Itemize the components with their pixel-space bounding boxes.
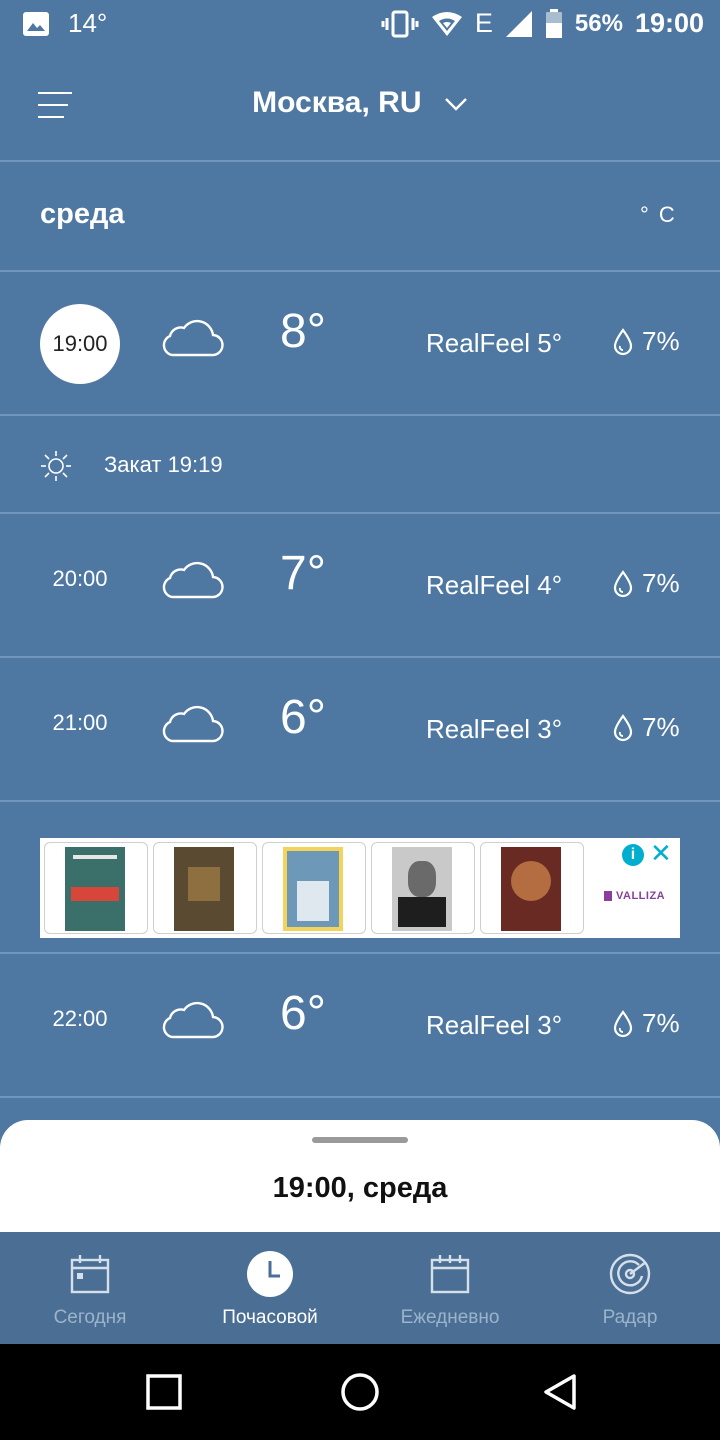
recents-icon[interactable] bbox=[142, 1370, 186, 1414]
hour-realfeel: RealFeel 5° bbox=[426, 328, 563, 358]
book-cover bbox=[174, 847, 234, 931]
book-cover bbox=[283, 847, 343, 931]
book-cover bbox=[65, 847, 125, 931]
divider bbox=[0, 800, 720, 802]
hour-row[interactable]: 19:00 8° RealFeel 5° 7% bbox=[0, 272, 720, 414]
hour-time-selected: 19:00 bbox=[40, 304, 120, 384]
cloud-icon bbox=[162, 1001, 224, 1039]
hour-precipitation: 7% bbox=[612, 568, 680, 599]
hour-row[interactable]: 22:00 6° RealFeel 3° 7% bbox=[0, 954, 720, 1096]
ad-banner[interactable]: i ✕ VALLIZA bbox=[40, 838, 680, 938]
hour-temperature: 6° bbox=[280, 987, 326, 1040]
wifi-icon bbox=[431, 11, 462, 36]
drop-icon bbox=[613, 1009, 633, 1037]
precip-value: 7% bbox=[642, 712, 680, 742]
ad-close-icon[interactable]: ✕ bbox=[650, 840, 672, 866]
signal-icon bbox=[505, 10, 532, 37]
sunset-row: Закат 19:19 bbox=[0, 416, 720, 512]
hour-precipitation: 7% bbox=[612, 1008, 680, 1039]
sheet-title: 19:00, среда bbox=[272, 1172, 448, 1204]
tab-label: Сегодня bbox=[53, 1307, 127, 1328]
tab-label: Радар bbox=[602, 1307, 658, 1328]
network-type: E bbox=[474, 8, 493, 38]
hour-precipitation: 7% bbox=[612, 712, 680, 743]
city-selector[interactable]: Москва, RU bbox=[0, 86, 720, 120]
sunset-label: Закат 19:19 bbox=[104, 452, 223, 477]
hour-row[interactable]: 20:00 7° RealFeel 4° 7% bbox=[0, 514, 720, 656]
status-temperature: 14° bbox=[68, 8, 108, 38]
ad-info-icon[interactable]: i bbox=[622, 844, 644, 866]
app-header: Москва, RU bbox=[0, 50, 720, 160]
ad-book-item[interactable] bbox=[262, 842, 366, 934]
radar-icon bbox=[609, 1253, 651, 1295]
clock-icon bbox=[247, 1251, 293, 1297]
hour-temperature: 7° bbox=[280, 547, 326, 600]
battery-icon bbox=[545, 8, 562, 38]
cloud-icon bbox=[162, 561, 224, 599]
ad-book-item[interactable] bbox=[44, 842, 148, 934]
ad-book-item[interactable] bbox=[153, 842, 257, 934]
hour-time: 22:00 bbox=[52, 1006, 108, 1031]
status-bar: 14° E 56% 19:00 bbox=[0, 0, 720, 50]
calendar-today-icon bbox=[70, 1255, 110, 1294]
precip-value: 7% bbox=[642, 568, 680, 598]
precip-value: 7% bbox=[642, 326, 680, 356]
hour-realfeel: RealFeel 4° bbox=[426, 570, 563, 600]
city-name: Москва, RU bbox=[252, 86, 422, 119]
precip-value: 7% bbox=[642, 1008, 680, 1038]
drop-icon bbox=[613, 569, 633, 597]
cloud-icon bbox=[162, 705, 224, 743]
tab-label: Почасовой bbox=[222, 1307, 318, 1328]
tab-hourly[interactable]: Почасовой bbox=[180, 1232, 360, 1344]
hour-temperature: 6° bbox=[280, 691, 326, 744]
bottom-sheet[interactable]: 19:00, среда bbox=[0, 1120, 720, 1232]
hour-temperature: 8° bbox=[280, 305, 326, 358]
book-cover bbox=[501, 847, 561, 931]
ad-book-item[interactable] bbox=[371, 842, 475, 934]
hour-time: 20:00 bbox=[52, 566, 108, 591]
book-cover bbox=[392, 847, 452, 931]
chevron-down-icon bbox=[444, 98, 467, 111]
brand-logo-icon bbox=[604, 891, 612, 902]
ad-brand-name: VALLIZA bbox=[616, 890, 666, 902]
sun-icon bbox=[41, 451, 71, 481]
ad-book-item[interactable] bbox=[480, 842, 584, 934]
back-icon[interactable] bbox=[538, 1370, 582, 1414]
tab-label: Ежедневно bbox=[400, 1307, 500, 1328]
battery-percent: 56% bbox=[574, 9, 623, 37]
vibrate-icon bbox=[381, 10, 419, 37]
image-icon bbox=[23, 11, 49, 36]
hour-time: 21:00 bbox=[52, 710, 108, 735]
drop-icon bbox=[613, 327, 633, 355]
unit-toggle[interactable]: ° C bbox=[640, 202, 677, 228]
ad-brand: VALLIZA bbox=[604, 890, 665, 902]
hour-realfeel: RealFeel 3° bbox=[426, 1010, 563, 1040]
hour-row[interactable]: 21:00 6° RealFeel 3° 7% bbox=[0, 658, 720, 800]
home-icon[interactable] bbox=[338, 1370, 382, 1414]
day-label: среда bbox=[40, 198, 125, 230]
tab-daily[interactable]: Ежедневно bbox=[360, 1232, 540, 1344]
cloud-icon bbox=[162, 319, 224, 357]
system-nav-bar bbox=[0, 1344, 720, 1440]
hour-precipitation: 7% bbox=[612, 326, 680, 357]
tab-today[interactable]: Сегодня bbox=[0, 1232, 180, 1344]
calendar-icon bbox=[430, 1255, 470, 1294]
drop-icon bbox=[613, 713, 633, 741]
divider bbox=[0, 1096, 720, 1098]
tab-bar: Сегодня Почасовой Ежедневно Радар bbox=[0, 1232, 720, 1344]
hour-realfeel: RealFeel 3° bbox=[426, 714, 563, 744]
sheet-drag-handle[interactable] bbox=[312, 1137, 408, 1143]
status-time: 19:00 bbox=[634, 8, 704, 38]
divider bbox=[0, 160, 720, 162]
tab-radar[interactable]: Радар bbox=[540, 1232, 720, 1344]
